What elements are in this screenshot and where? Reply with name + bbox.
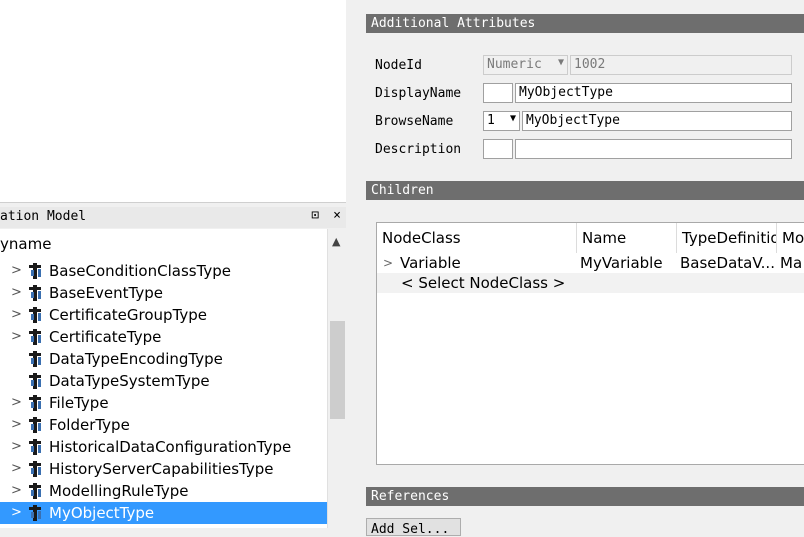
panel-title: ation Model	[0, 209, 87, 224]
tree-item-label: CertificateGroupType	[49, 306, 208, 324]
row-name: MyVariable	[580, 254, 663, 272]
tree-item-label: ModellingRuleType	[49, 482, 189, 500]
browsename-namespace-select[interactable]: 1 ▼	[483, 111, 520, 131]
row-modellingrule: Ma	[780, 254, 803, 272]
tree-item[interactable]: > FileType	[0, 392, 327, 414]
tree-item-label: FolderType	[49, 416, 130, 434]
tree-item[interactable]: > CertificateType	[0, 326, 327, 348]
nodeid-label: NodeId	[375, 58, 422, 73]
object-type-icon	[28, 285, 44, 301]
additional-attributes-header: Additional Attributes	[366, 14, 804, 33]
chevron-down-icon: ▼	[557, 57, 564, 68]
object-type-icon	[28, 307, 44, 323]
add-selected-button[interactable]: Add Sel...	[366, 518, 461, 537]
right-panel: Additional Attributes NodeId Numeric ▼ 1…	[346, 0, 804, 537]
object-type-icon	[28, 461, 44, 477]
tree-item-label: BaseEventType	[49, 284, 163, 302]
tree-item-label: DataTypeSystemType	[49, 372, 210, 390]
chevron-right-icon[interactable]: >	[11, 502, 23, 524]
chevron-right-icon[interactable]: >	[11, 260, 23, 282]
tree-item-label: FileType	[49, 394, 109, 412]
tree-item[interactable]: > FolderType	[0, 414, 327, 436]
column-header-typedefinition[interactable]: TypeDefinitio	[677, 223, 777, 253]
chevron-right-icon[interactable]: >	[11, 436, 23, 458]
references-header: References	[366, 487, 804, 506]
tree-item-label: HistoryServerCapabilitiesType	[49, 460, 274, 478]
tree-item[interactable]: > ModellingRuleType	[0, 480, 327, 502]
type-tree[interactable]: yname > BaseConditionClassType > BaseEventT…	[0, 229, 327, 528]
object-type-icon	[28, 351, 44, 367]
column-header-modellingrule[interactable]: Mo	[777, 223, 804, 253]
tree-scrollbar[interactable]: ▲	[327, 229, 347, 528]
tree-item[interactable]: > BaseEventType	[0, 282, 327, 304]
chevron-right-icon[interactable]: >	[11, 392, 23, 414]
nodeid-type-value: Numeric	[487, 57, 542, 72]
object-type-icon	[28, 329, 44, 345]
chevron-right-icon[interactable]: >	[11, 282, 23, 304]
object-type-icon	[28, 505, 44, 521]
row-typedefinition: BaseDataV...	[680, 254, 775, 272]
row-nodeclass: Variable	[400, 254, 461, 272]
tree-item-label: MyObjectType	[49, 504, 155, 522]
nodeid-value: 1002	[574, 57, 606, 72]
close-icon[interactable]: ×	[330, 208, 344, 223]
object-type-icon	[28, 373, 44, 389]
description-locale-field[interactable]	[483, 139, 513, 159]
pin-icon[interactable]: ⊡	[308, 208, 322, 223]
tree-item-label: DataTypeEncodingType	[49, 350, 223, 368]
add-selected-label: Add Sel...	[371, 522, 450, 537]
browsename-label: BrowseName	[375, 114, 454, 129]
column-header-nodeclass[interactable]: NodeClass	[377, 223, 577, 253]
tree-item[interactable]: > HistoricalDataConfigurationType	[0, 436, 327, 458]
section-title: Additional Attributes	[371, 16, 536, 31]
nodeid-type-select: Numeric ▼	[483, 55, 568, 75]
information-model-panel-header: ation Model ⊡ ×	[0, 207, 346, 228]
tree-item-label: HistoricalDataConfigurationType	[49, 438, 292, 456]
tree-item[interactable]: > HistoryServerCapabilitiesType	[0, 458, 327, 480]
object-type-icon	[28, 395, 44, 411]
left-upper-panel	[0, 0, 347, 203]
displayname-value: MyObjectType	[519, 85, 613, 100]
nodeid-value-field: 1002	[570, 55, 792, 75]
tree-item-label: BaseConditionClassType	[49, 262, 232, 280]
chevron-right-icon[interactable]: >	[11, 326, 23, 348]
column-header-name[interactable]: Name	[577, 223, 677, 253]
displayname-field[interactable]: MyObjectType	[515, 83, 792, 103]
chevron-right-icon[interactable]: >	[11, 414, 23, 436]
browsename-namespace-value: 1	[487, 113, 495, 128]
section-title: References	[371, 489, 450, 504]
object-type-icon	[28, 417, 44, 433]
chevron-right-icon[interactable]: >	[11, 480, 23, 502]
chevron-right-icon[interactable]: >	[11, 458, 23, 480]
section-title: Children	[371, 183, 434, 198]
object-type-icon	[28, 263, 44, 279]
tree-item[interactable]: DataTypeSystemType	[0, 370, 327, 392]
chevron-right-icon[interactable]: >	[383, 253, 393, 273]
children-header: Children	[366, 181, 804, 200]
description-label: Description	[375, 142, 462, 157]
chevron-down-icon: ▼	[509, 113, 516, 124]
children-grid[interactable]: NodeClass Name TypeDefinitio Mo > Variab…	[376, 222, 804, 465]
add-child-row[interactable]: < Select NodeClass >	[377, 273, 804, 293]
tree-item[interactable]: > BaseConditionClassType	[0, 260, 327, 282]
object-type-icon	[28, 483, 44, 499]
tree-item-label: CertificateType	[49, 328, 162, 346]
chevron-right-icon[interactable]: >	[11, 304, 23, 326]
displayname-label: DisplayName	[375, 86, 462, 101]
browsename-field[interactable]: MyObjectType	[522, 111, 792, 131]
tree-item[interactable]: > MyObjectType	[0, 502, 327, 524]
displayname-locale-field[interactable]	[483, 83, 513, 103]
tree-item[interactable]: > CertificateGroupType	[0, 304, 327, 326]
description-field[interactable]	[515, 139, 792, 159]
tree-column-header[interactable]: yname	[0, 233, 51, 255]
scroll-up-icon[interactable]: ▲	[332, 235, 340, 248]
select-nodeclass-placeholder[interactable]: < Select NodeClass >	[401, 273, 565, 293]
scrollbar-thumb[interactable]	[330, 321, 345, 419]
browsename-value: MyObjectType	[526, 113, 620, 128]
tree-item[interactable]: DataTypeEncodingType	[0, 348, 327, 370]
object-type-icon	[28, 439, 44, 455]
